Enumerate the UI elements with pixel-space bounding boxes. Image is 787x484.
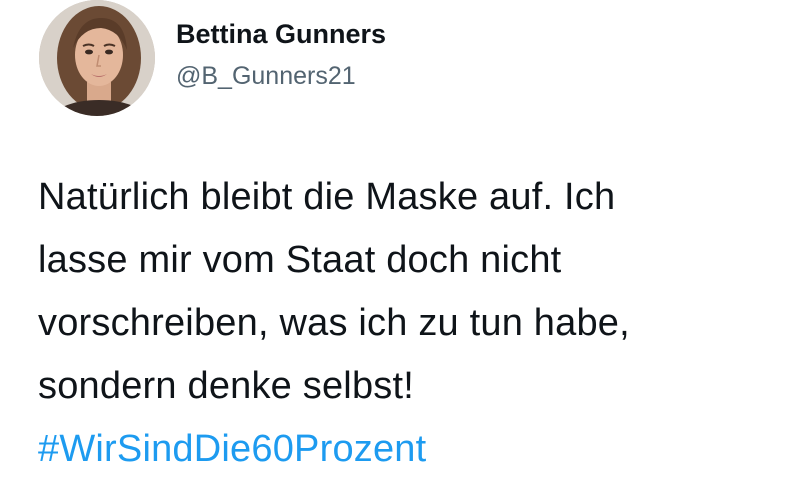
- tweet-text-line: vorschreiben, was ich zu tun habe,: [38, 302, 630, 344]
- avatar-image: [39, 0, 155, 116]
- tweet-text-line: sondern denke selbst!: [38, 365, 414, 407]
- tweet-card: Bettina Gunners @B_Gunners21 Natürlich b…: [0, 0, 787, 484]
- tweet-text-line: Natürlich bleibt die Maske auf. Ich: [38, 176, 616, 218]
- author-handle[interactable]: @B_Gunners21: [176, 60, 356, 92]
- tweet-text: Natürlich bleibt die Maske auf. Ich lass…: [38, 166, 783, 481]
- tweet-text-line: lasse mir vom Staat doch nicht: [38, 239, 562, 281]
- avatar[interactable]: [39, 0, 155, 116]
- author-display-name[interactable]: Bettina Gunners: [176, 17, 386, 51]
- hashtag-link[interactable]: #WirSindDie60Prozent: [38, 418, 783, 481]
